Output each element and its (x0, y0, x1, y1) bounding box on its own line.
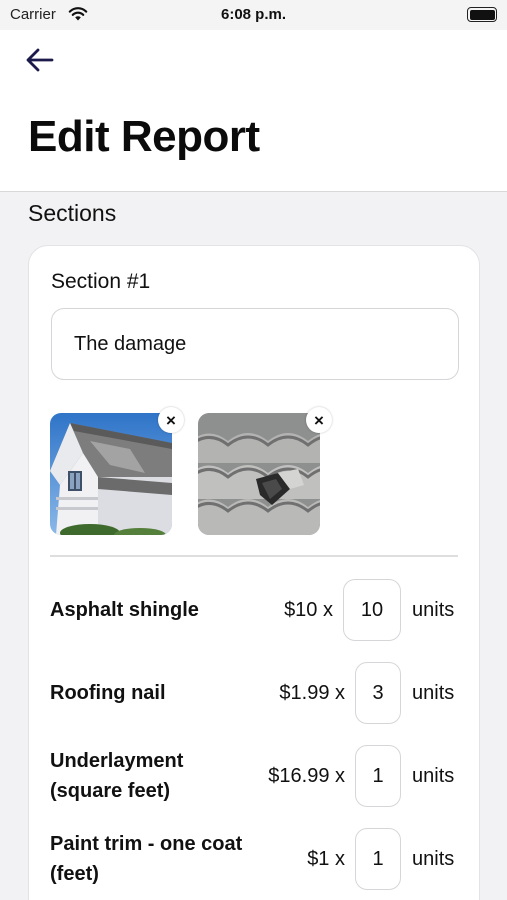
item-unit: units (412, 764, 455, 787)
close-icon: × (314, 410, 324, 430)
remove-photo-button[interactable]: × (158, 407, 184, 433)
close-icon: × (166, 410, 176, 430)
item-price: $16.99 x (268, 764, 345, 787)
item-name: Underlayment (square feet) (50, 750, 184, 802)
quantity-input[interactable] (355, 662, 401, 724)
item-unit: units (412, 847, 455, 870)
item-name: Roofing nail (50, 682, 166, 704)
item-price: $1.99 x (279, 681, 345, 704)
house-with-damaged-roof-photo[interactable] (50, 413, 172, 535)
quantity-input[interactable] (355, 745, 401, 807)
broken-roof-tiles-photo[interactable] (198, 413, 320, 535)
section-card: Section #1 × (28, 245, 480, 900)
divider (50, 555, 458, 557)
line-item: Underlayment (square feet) $16.99 x unit… (50, 745, 460, 807)
navigation-header: Edit Report (0, 30, 507, 192)
clock-time: 6:08 p.m. (220, 6, 287, 23)
quantity-input[interactable] (343, 579, 401, 641)
item-unit: units (412, 598, 455, 621)
line-item: Paint trim - one coat (feet) $1 x units (50, 828, 460, 890)
item-price: $1 x (307, 847, 345, 870)
arrow-left-icon (26, 48, 54, 72)
back-button[interactable] (22, 44, 58, 76)
remove-photo-button[interactable]: × (306, 407, 332, 433)
quantity-input[interactable] (355, 828, 401, 890)
status-bar: Carrier 6:08 p.m. (0, 0, 507, 30)
page-title: Edit Report (28, 112, 260, 161)
item-unit: units (412, 681, 455, 704)
item-price: $10 x (284, 598, 333, 621)
section-name-input[interactable] (51, 308, 459, 380)
section-title: Section #1 (51, 270, 151, 293)
item-name: Paint trim - one coat (feet) (50, 833, 243, 885)
battery-icon (467, 7, 497, 22)
item-name: Asphalt shingle (50, 599, 199, 621)
line-item: Asphalt shingle $10 x units (50, 579, 460, 641)
sections-heading: Sections (28, 200, 117, 226)
line-item: Roofing nail $1.99 x units (50, 662, 460, 724)
